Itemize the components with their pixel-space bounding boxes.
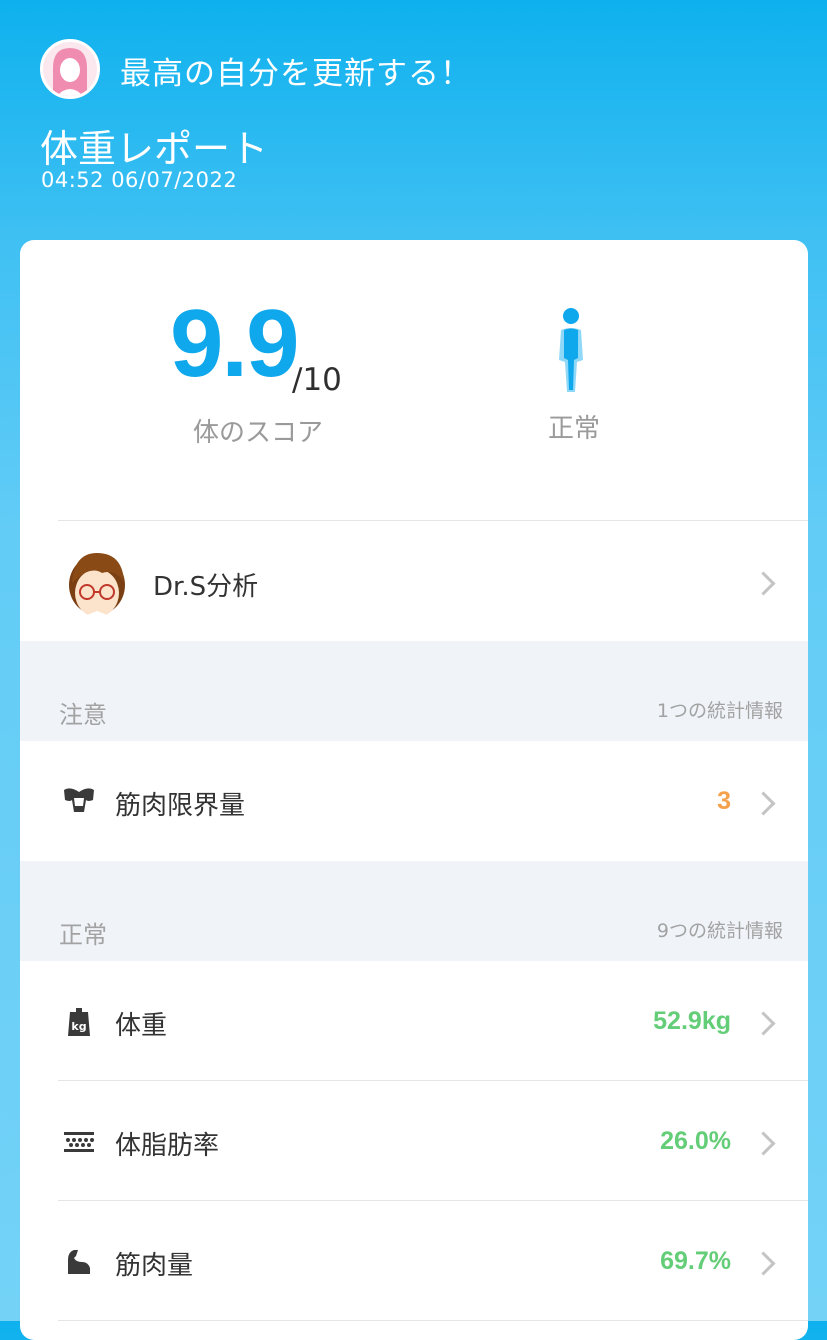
stat-value: 52.9kg	[653, 1007, 731, 1035]
body-fat-icon	[64, 1132, 94, 1152]
chevron-right-icon	[751, 1011, 776, 1036]
chevron-right-icon	[751, 1131, 776, 1156]
stat-label: 筋肉限界量	[115, 791, 246, 821]
section-header-normal: 正常 9つの統計情報	[20, 861, 808, 961]
section-title: 注意	[59, 701, 107, 729]
kg-weight-icon: kg	[68, 1008, 90, 1036]
report-timestamp: 04:52 06/07/2022	[41, 168, 238, 192]
section-count: 9つの統計情報	[656, 920, 783, 942]
stat-row-muscle-limit[interactable]: 筋肉限界量 3	[20, 741, 808, 860]
page-title: 体重レポート	[40, 127, 269, 171]
stat-label: 体重	[115, 1011, 168, 1041]
chevron-right-icon	[751, 571, 776, 596]
doctor-avatar-icon	[69, 553, 125, 617]
user-avatar[interactable]	[40, 39, 100, 99]
doctor-analysis-row[interactable]: Dr.S分析	[20, 520, 808, 641]
doctor-analysis-label: Dr.S分析	[153, 572, 259, 602]
body-score-max: /10	[292, 362, 342, 398]
arm-muscle-icon	[68, 1250, 90, 1274]
report-card: 9.9 /10 体のスコア 正常 Dr.S分析 注意 1つの統計情報 筋肉限界量	[20, 240, 808, 1340]
stat-row-weight[interactable]: kg 体重 52.9kg	[20, 961, 808, 1080]
female-avatar-icon	[53, 48, 87, 96]
body-type-figure-icon	[559, 308, 583, 392]
stat-value: 26.0%	[660, 1127, 731, 1155]
report-header: 最高の自分を更新する！ 体重レポート 04:52 06/07/2022	[0, 0, 827, 240]
stat-row-muscle-mass[interactable]: 筋肉量 69.7%	[20, 1201, 808, 1320]
section-header-warning: 注意 1つの統計情報	[20, 641, 808, 741]
chevron-right-icon	[751, 791, 776, 816]
svg-text:kg: kg	[71, 1020, 86, 1033]
body-score-value: 9.9	[170, 290, 299, 397]
body-score-label: 体のスコア	[193, 418, 324, 448]
muscle-torso-icon	[64, 788, 94, 812]
slogan-text: 最高の自分を更新する！	[120, 56, 472, 92]
section-count: 1つの統計情報	[656, 700, 783, 722]
stat-label: 筋肉量	[115, 1251, 194, 1281]
chevron-right-icon	[751, 1251, 776, 1276]
stat-value: 69.7%	[660, 1247, 731, 1275]
stat-row-body-fat[interactable]: 体脂肪率 26.0%	[20, 1081, 808, 1200]
body-type-label: 正常	[548, 414, 601, 444]
stat-value: 3	[717, 787, 731, 815]
section-title: 正常	[59, 921, 107, 949]
stat-label: 体脂肪率	[115, 1131, 220, 1161]
